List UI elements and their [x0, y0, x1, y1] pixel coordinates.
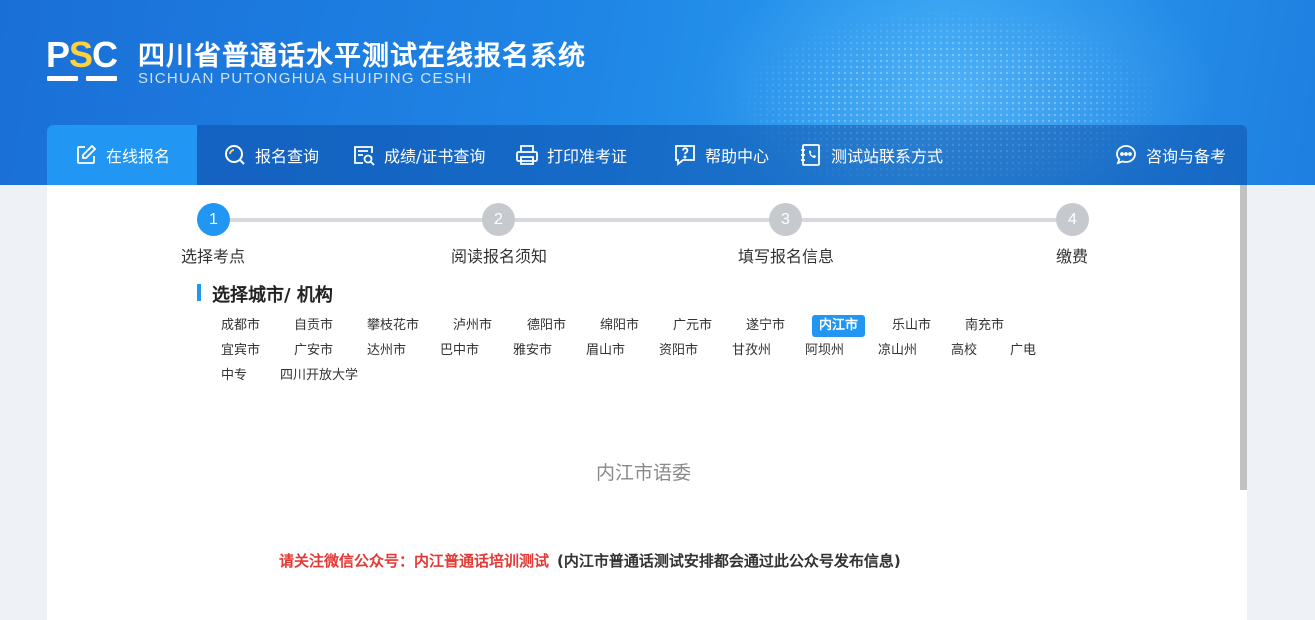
- city-option[interactable]: 乐山市: [885, 315, 938, 337]
- step-2-circle: 2: [482, 203, 515, 236]
- nav-item-label: 打印准考证: [547, 147, 628, 166]
- main-nav: 在线报名 报名查询 成绩/证书查询 打印准考证 帮助中心 测试站联系方式 咨询与…: [47, 125, 1247, 185]
- step-3-circle: 3: [769, 203, 802, 236]
- city-option[interactable]: 自贡市: [287, 315, 340, 337]
- certificate-search-icon: [354, 146, 375, 166]
- organization-option[interactable]: 内江市语委: [0, 458, 1287, 485]
- edit-icon: [77, 144, 97, 164]
- notice-highlight: 请关注微信公众号：内江普通话培训测试: [279, 552, 550, 570]
- nav-item-registration-query[interactable]: 报名查询: [223, 125, 319, 185]
- city-option[interactable]: 遂宁市: [739, 315, 792, 337]
- city-option[interactable]: 甘孜州: [725, 340, 778, 362]
- printer-icon: [516, 145, 538, 165]
- step-3-label: 填写报名信息: [737, 247, 835, 266]
- nav-item-label: 咨询与备考: [1146, 147, 1227, 166]
- help-icon: [675, 145, 695, 166]
- city-option[interactable]: 资阳市: [652, 340, 705, 362]
- city-option[interactable]: 攀枝花市: [360, 315, 426, 337]
- nav-item-label: 测试站联系方式: [831, 147, 944, 166]
- city-option[interactable]: 南充市: [958, 315, 1011, 337]
- city-option[interactable]: 广安市: [287, 340, 340, 362]
- city-option[interactable]: 成都市: [214, 315, 267, 337]
- city-option[interactable]: 达州市: [360, 340, 413, 362]
- nav-item-print-admission[interactable]: 打印准考证: [515, 125, 627, 185]
- step-1-label: 选择考点: [180, 247, 246, 266]
- city-option[interactable]: 眉山市: [579, 340, 632, 362]
- nav-item-online-registration[interactable]: 在线报名: [47, 125, 197, 185]
- step-track: [213, 218, 1073, 222]
- step-2-label: 阅读报名须知: [450, 247, 548, 266]
- city-option[interactable]: 四川开放大学: [273, 365, 365, 387]
- nav-item-label: 报名查询: [255, 147, 320, 166]
- city-option[interactable]: 德阳市: [520, 315, 573, 337]
- logo-text: PSC: [46, 34, 118, 75]
- city-option[interactable]: 绵阳市: [593, 315, 646, 337]
- step-1-circle: 1: [197, 203, 230, 236]
- site-subtitle: SICHUAN PUTONGHUA SHUIPING CESHI: [138, 70, 473, 87]
- nav-item-label: 在线报名: [106, 147, 171, 166]
- city-option[interactable]: 广元市: [666, 315, 719, 337]
- chat-icon: [1116, 145, 1136, 165]
- city-option-selected[interactable]: 内江市: [812, 315, 866, 337]
- logo-book-icon: [47, 76, 117, 82]
- step-4-label: 缴费: [1055, 247, 1089, 266]
- city-option[interactable]: 中专: [214, 365, 254, 387]
- city-option[interactable]: 泸州市: [446, 315, 499, 337]
- section-title: 选择城市/ 机构: [212, 285, 333, 306]
- psc-logo[interactable]: PSC: [46, 36, 118, 86]
- section-marker: [197, 284, 201, 301]
- nav-item-station-contacts[interactable]: 测试站联系方式: [799, 125, 943, 185]
- notice-detail: (内江市普通话测试安排都会通过此公众号发布信息): [557, 552, 901, 570]
- city-option[interactable]: 凉山州: [871, 340, 924, 362]
- city-option[interactable]: 阿坝州: [798, 340, 851, 362]
- search-circle-icon: [225, 145, 245, 165]
- city-option[interactable]: 雅安市: [506, 340, 559, 362]
- nav-item-label: 成绩/证书查询: [384, 147, 486, 166]
- scrollbar[interactable]: [1240, 185, 1247, 490]
- contact-book-icon: [801, 144, 820, 166]
- nav-item-help-center[interactable]: 帮助中心: [673, 125, 769, 185]
- city-option[interactable]: 广电: [1003, 340, 1043, 362]
- step-4-circle: 4: [1056, 203, 1089, 236]
- city-option[interactable]: 巴中市: [433, 340, 486, 362]
- nav-item-consult-prep[interactable]: 咨询与备考: [1114, 125, 1226, 185]
- wechat-notice: 请关注微信公众号：内江普通话培训测试 (内江市普通话测试安排都会通过此公众号发布信…: [279, 550, 901, 571]
- city-option[interactable]: 高校: [944, 340, 984, 362]
- nav-item-score-certificate-query[interactable]: 成绩/证书查询: [352, 125, 485, 185]
- site-title: 四川省普通话水平测试在线报名系统: [138, 41, 586, 72]
- city-option[interactable]: 宜宾市: [214, 340, 267, 362]
- nav-item-label: 帮助中心: [705, 147, 770, 166]
